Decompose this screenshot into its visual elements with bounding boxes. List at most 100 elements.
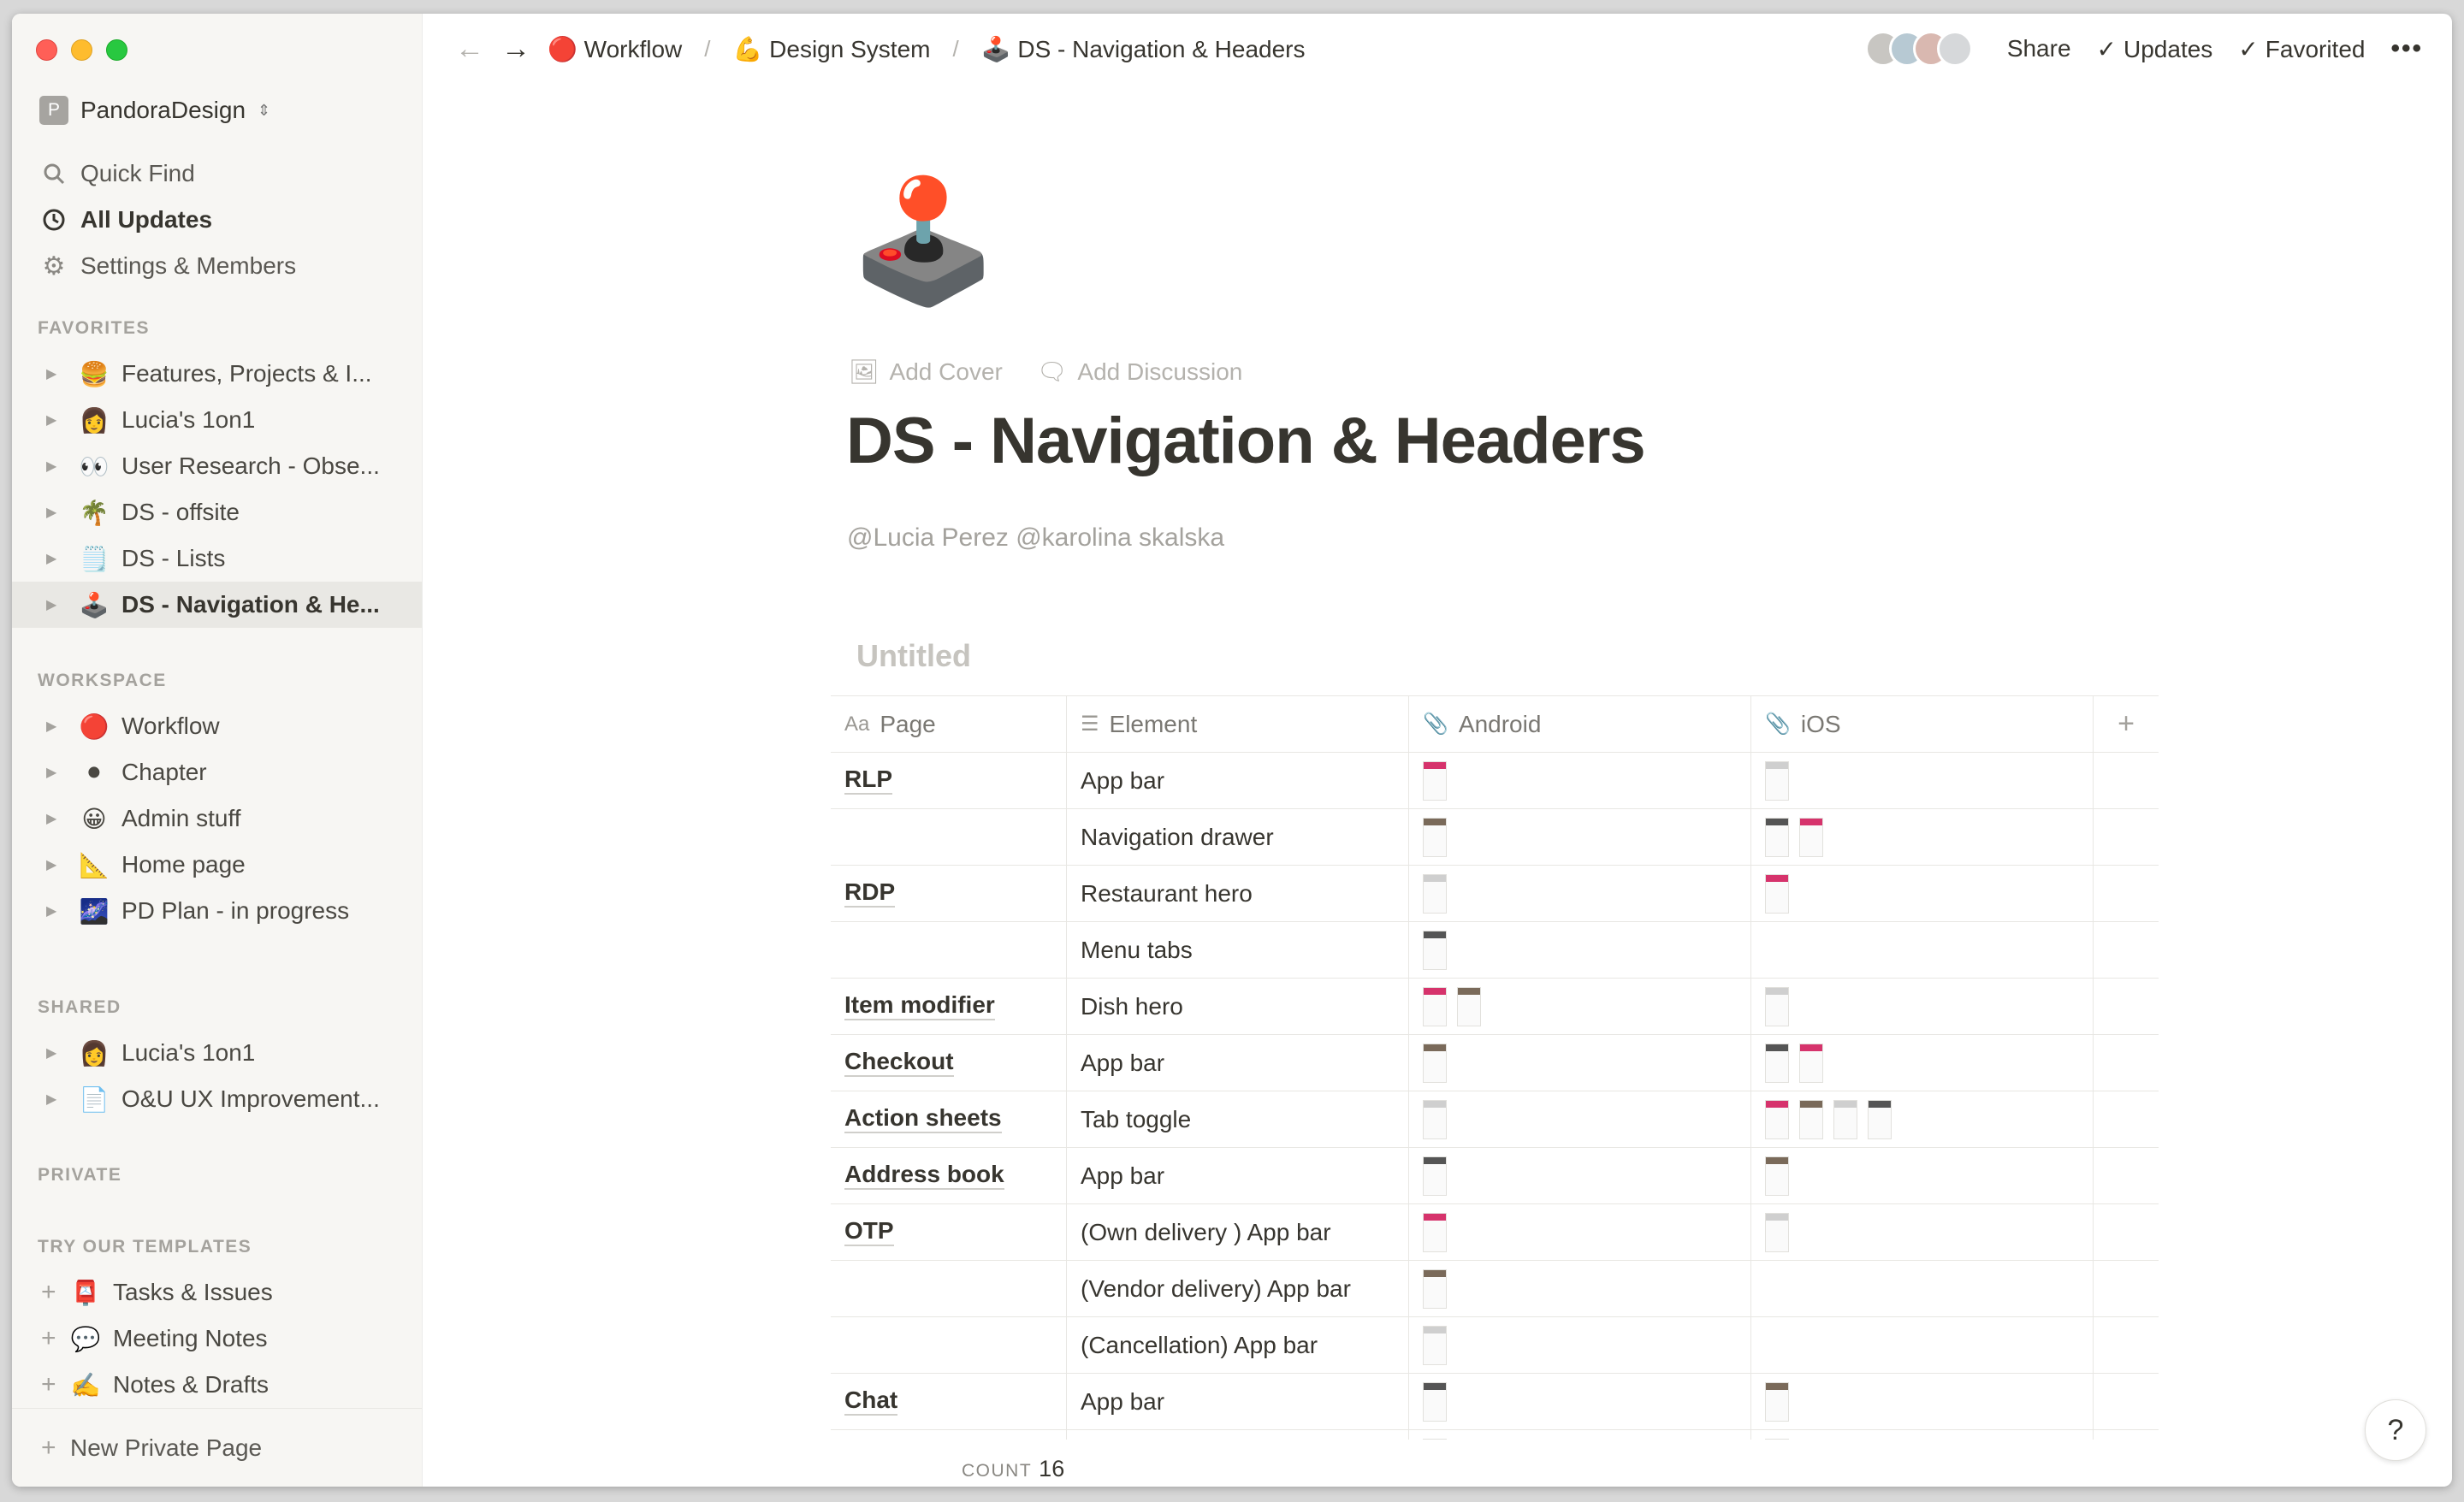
- triangle-right-icon[interactable]: ▶: [46, 550, 63, 567]
- add-discussion-button[interactable]: 🗨 Add Discussion: [1037, 358, 1243, 386]
- breadcrumb-item-design-system[interactable]: 💪 Design System: [733, 35, 931, 63]
- cell-page[interactable]: [831, 1430, 1067, 1440]
- triangle-right-icon[interactable]: ▶: [46, 764, 63, 781]
- triangle-right-icon[interactable]: ▶: [46, 856, 63, 873]
- share-button[interactable]: Share: [2007, 35, 2071, 62]
- sidebar-item-chapter[interactable]: ▶ ⚫ Chapter: [12, 749, 422, 795]
- screenshot-thumbnail[interactable]: [1765, 817, 1789, 857]
- screenshot-thumbnail[interactable]: [1423, 1156, 1447, 1196]
- cell-ios[interactable]: [1751, 1374, 2094, 1429]
- cell-page[interactable]: [831, 922, 1067, 978]
- cell-ios[interactable]: [1751, 1317, 2094, 1373]
- cell-android[interactable]: [1409, 1374, 1751, 1429]
- updates-button[interactable]: ✓ Updates: [2097, 35, 2213, 63]
- sidebar-item-ds-offsite[interactable]: ▶ 🌴 DS - offsite: [12, 489, 422, 535]
- new-private-page-button[interactable]: + New Private Page: [12, 1408, 422, 1487]
- page-link[interactable]: OTP: [844, 1217, 894, 1246]
- cell-android[interactable]: [1409, 1091, 1751, 1147]
- cell-element[interactable]: Tab toggle: [1067, 1091, 1409, 1147]
- cell-ios[interactable]: [1751, 753, 2094, 808]
- cell-element[interactable]: Dish hero: [1067, 979, 1409, 1034]
- column-header-page[interactable]: Aa Page: [831, 696, 1067, 752]
- sidebar-item-user-research[interactable]: ▶ 👀 User Research - Obse...: [12, 443, 422, 489]
- screenshot-thumbnail[interactable]: [1868, 1099, 1892, 1139]
- screenshot-thumbnail[interactable]: [1765, 1381, 1789, 1422]
- add-column-button[interactable]: +: [2094, 696, 2159, 752]
- page-link[interactable]: RDP: [844, 878, 896, 908]
- column-header-android[interactable]: 📎 Android: [1409, 696, 1751, 752]
- cell-ios[interactable]: [1751, 1261, 2094, 1316]
- table-row[interactable]: Checkout App bar: [831, 1035, 2159, 1091]
- close-window-button[interactable]: [36, 39, 57, 61]
- table-row[interactable]: RLP App bar: [831, 753, 2159, 809]
- table-row[interactable]: Navigation drawer: [831, 809, 2159, 866]
- screenshot-thumbnail[interactable]: [1765, 873, 1789, 914]
- screenshot-thumbnail[interactable]: [1765, 1212, 1789, 1252]
- page-link[interactable]: Action sheets: [844, 1104, 1002, 1133]
- template-tasks-issues[interactable]: + 📮 Tasks & Issues: [12, 1269, 422, 1316]
- cell-ios[interactable]: [1751, 1091, 2094, 1147]
- cell-android[interactable]: [1409, 979, 1751, 1034]
- screenshot-thumbnail[interactable]: [1423, 1381, 1447, 1422]
- table-row[interactable]: Action sheets Tab toggle: [831, 1091, 2159, 1148]
- cell-android[interactable]: [1409, 1035, 1751, 1091]
- cell-page[interactable]: RDP: [831, 866, 1067, 921]
- cell-android[interactable]: [1409, 809, 1751, 865]
- column-header-ios[interactable]: 📎 iOS: [1751, 696, 2094, 752]
- sidebar-item-admin-stuff[interactable]: ▶ 😀 Admin stuff: [12, 795, 422, 842]
- sidebar-item-home-page[interactable]: ▶ 📐 Home page: [12, 842, 422, 888]
- page-link[interactable]: RLP: [844, 766, 892, 795]
- screenshot-thumbnail[interactable]: [1423, 873, 1447, 914]
- screenshot-thumbnail[interactable]: [1423, 1325, 1447, 1365]
- page-link[interactable]: Item modifier: [844, 991, 995, 1020]
- page-link[interactable]: Checkout: [844, 1048, 954, 1077]
- triangle-right-icon[interactable]: ▶: [46, 718, 63, 735]
- triangle-right-icon[interactable]: ▶: [46, 504, 63, 521]
- screenshot-thumbnail[interactable]: [1423, 760, 1447, 801]
- workspace-switcher[interactable]: P PandoraDesign ⇕: [39, 96, 270, 125]
- cell-ios[interactable]: [1751, 1430, 2094, 1440]
- page-link[interactable]: Address book: [844, 1161, 1004, 1190]
- triangle-right-icon[interactable]: ▶: [46, 1044, 63, 1061]
- triangle-right-icon[interactable]: ▶: [46, 365, 63, 382]
- table-row[interactable]: (Vendor delivery) App bar: [831, 1261, 2159, 1317]
- cell-page[interactable]: RLP: [831, 753, 1067, 808]
- page-title[interactable]: DS - Navigation & Headers: [846, 404, 1646, 478]
- cell-element[interactable]: App bar: [1067, 1148, 1409, 1203]
- cell-ios[interactable]: [1751, 1204, 2094, 1260]
- screenshot-thumbnail[interactable]: [1457, 986, 1481, 1026]
- table-row[interactable]: OTP (Own delivery ) App bar: [831, 1204, 2159, 1261]
- cell-element[interactable]: [1067, 1430, 1409, 1440]
- cell-android[interactable]: [1409, 753, 1751, 808]
- screenshot-thumbnail[interactable]: [1799, 817, 1823, 857]
- zoom-window-button[interactable]: [106, 39, 127, 61]
- screenshot-thumbnail[interactable]: [1423, 1043, 1447, 1083]
- sidebar-item-lucias-1on1[interactable]: ▶ 👩 Lucia's 1on1: [12, 397, 422, 443]
- collaborator-avatars[interactable]: [1864, 31, 1973, 67]
- favorited-button[interactable]: ✓ Favorited: [2238, 35, 2365, 63]
- screenshot-thumbnail[interactable]: [1423, 986, 1447, 1026]
- page-icon[interactable]: 🕹️: [849, 181, 998, 301]
- screenshot-thumbnail[interactable]: [1765, 986, 1789, 1026]
- all-updates-item[interactable]: All Updates: [12, 197, 422, 243]
- sidebar-item-ds-navigation[interactable]: ▶ 🕹️ DS - Navigation & He...: [12, 582, 422, 628]
- cell-android[interactable]: [1409, 922, 1751, 978]
- screenshot-thumbnail[interactable]: [1423, 817, 1447, 857]
- cell-page[interactable]: Address book: [831, 1148, 1067, 1203]
- cell-android[interactable]: [1409, 1204, 1751, 1260]
- cell-page[interactable]: Action sheets: [831, 1091, 1067, 1147]
- screenshot-thumbnail[interactable]: [1833, 1099, 1857, 1139]
- cell-page[interactable]: [831, 1261, 1067, 1316]
- cell-element[interactable]: (Own delivery ) App bar: [1067, 1204, 1409, 1260]
- cell-ios[interactable]: [1751, 922, 2094, 978]
- cell-element[interactable]: App bar: [1067, 1374, 1409, 1429]
- screenshot-thumbnail[interactable]: [1423, 1268, 1447, 1309]
- cell-ios[interactable]: [1751, 866, 2094, 921]
- screenshot-thumbnail[interactable]: [1423, 1099, 1447, 1139]
- sidebar-item-pd-plan[interactable]: ▶ 🌌 PD Plan - in progress: [12, 888, 422, 934]
- screenshot-thumbnail[interactable]: [1423, 1438, 1447, 1440]
- triangle-right-icon[interactable]: ▶: [46, 411, 63, 429]
- breadcrumb-item-current[interactable]: 🕹️ DS - Navigation & Headers: [981, 35, 1306, 63]
- table-row[interactable]: Chat App bar: [831, 1374, 2159, 1430]
- cell-ios[interactable]: [1751, 1148, 2094, 1203]
